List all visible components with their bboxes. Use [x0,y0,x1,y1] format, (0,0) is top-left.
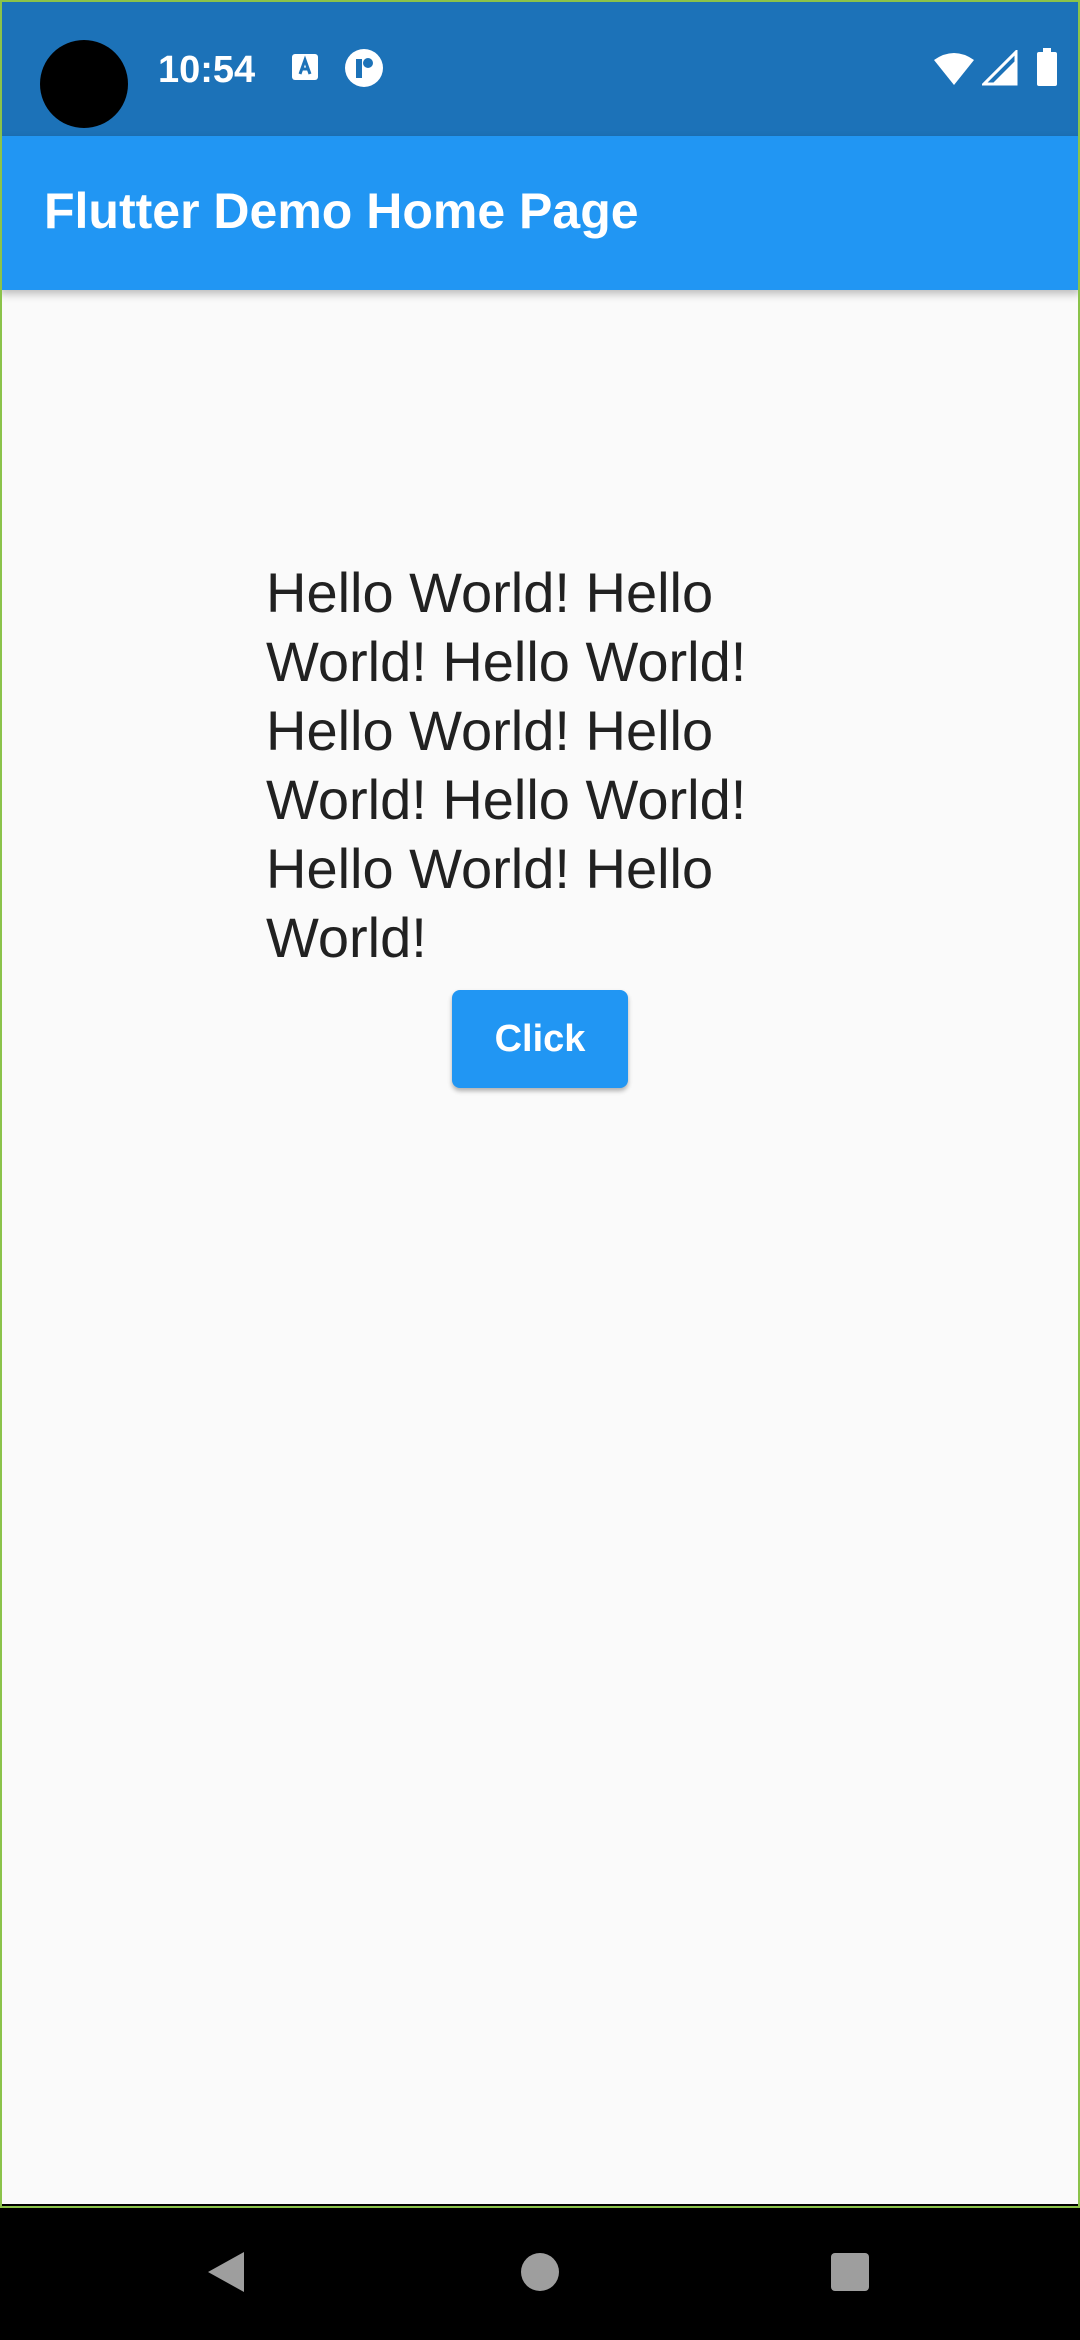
status-time: 10:54 [158,49,256,91]
battery-icon [1037,48,1057,86]
click-button[interactable]: Click [452,990,628,1088]
a-notification-icon [292,54,318,80]
app-screen: 10:54 Flutter Demo Home Page Hello World… [0,0,1080,2340]
main-content: Hello World! Hello World! Hello World! H… [0,290,1080,2204]
cell-signal-icon [982,50,1018,86]
system-navigation-bar [0,2204,1080,2340]
wifi-icon [934,53,974,85]
app-bar: Flutter Demo Home Page [0,136,1080,290]
app-bar-title: Flutter Demo Home Page [44,183,639,239]
back-icon[interactable] [204,2250,248,2294]
home-icon[interactable] [520,2252,560,2292]
camera-cutout [40,40,128,128]
recents-icon[interactable] [830,2252,870,2292]
status-bar: 10:54 [0,0,1080,136]
hello-world-text: Hello World! Hello World! Hello World! H… [266,561,747,969]
r-notification-icon [345,49,383,87]
